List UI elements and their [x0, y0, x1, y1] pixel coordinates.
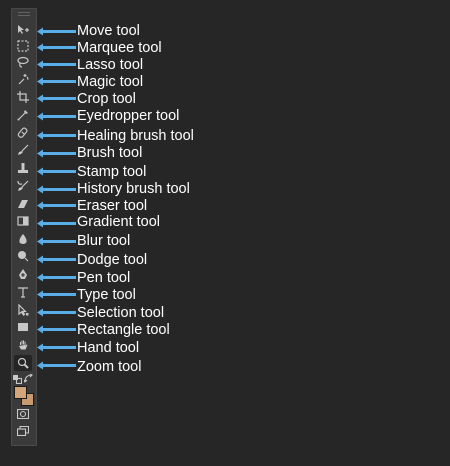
screen-mode-icon[interactable]	[16, 425, 30, 437]
callout-arrow	[36, 325, 76, 334]
tool-label: Eyedropper tool	[77, 108, 180, 124]
swap-colors-icon[interactable]	[24, 374, 33, 383]
callout-arrow	[36, 94, 76, 103]
tool-button-path-selection[interactable]	[14, 302, 32, 318]
tool-label: Type tool	[77, 287, 136, 303]
callout-arrow	[36, 343, 76, 352]
tool-button-magic-wand[interactable]	[14, 71, 32, 87]
tool-label: History brush tool	[77, 181, 190, 197]
callout-arrow	[36, 60, 76, 69]
callout-arrow	[36, 290, 76, 299]
move-icon	[17, 24, 29, 36]
callout-arrow	[36, 112, 76, 121]
healing-brush-icon	[17, 127, 29, 139]
rectangle-icon	[17, 321, 29, 333]
path-selection-icon	[17, 304, 29, 316]
crop-icon	[17, 91, 29, 103]
tool-label: Blur tool	[77, 233, 131, 249]
tool-button-crop[interactable]	[14, 89, 32, 105]
stamp-icon	[17, 162, 29, 174]
tool-button-type[interactable]	[14, 284, 32, 300]
default-colors-icon[interactable]	[13, 375, 22, 384]
tool-button-eyedropper[interactable]	[14, 107, 32, 123]
brush-icon	[17, 144, 29, 156]
hand-icon	[17, 339, 29, 351]
tool-label: Marquee tool	[77, 40, 162, 56]
tool-button-zoom[interactable]	[14, 355, 32, 371]
tool-button-stamp[interactable]	[14, 160, 32, 176]
quick-mask-icon[interactable]	[16, 408, 30, 420]
tool-label: Stamp tool	[77, 164, 147, 180]
pen-icon	[17, 268, 29, 280]
tool-button-rectangle[interactable]	[14, 319, 32, 335]
gradient-icon	[17, 215, 29, 227]
tool-label: Move tool	[77, 23, 140, 39]
tool-button-marquee[interactable]	[14, 38, 32, 54]
tool-button-eraser[interactable]	[14, 196, 32, 212]
tool-label: Gradient tool	[77, 214, 161, 230]
tool-label: Lasso tool	[77, 57, 144, 73]
tool-button-dodge[interactable]	[14, 248, 32, 264]
callout-arrow	[36, 273, 76, 282]
tool-label: Crop tool	[77, 91, 136, 107]
tool-button-brush[interactable]	[14, 142, 32, 158]
type-icon	[17, 286, 29, 298]
tool-button-move[interactable]	[14, 22, 32, 38]
eraser-icon	[17, 198, 29, 210]
tool-button-lasso[interactable]	[14, 54, 32, 70]
callout-arrow	[36, 201, 76, 210]
callout-arrow	[36, 185, 76, 194]
tool-button-blur[interactable]	[14, 231, 32, 247]
tool-label: Dodge tool	[77, 252, 148, 268]
callout-arrow	[36, 131, 76, 140]
marquee-icon	[17, 40, 29, 52]
callout-arrow	[36, 237, 76, 246]
callout-arrow	[36, 308, 76, 317]
tool-label: Rectangle tool	[77, 322, 170, 338]
foreground-color-swatch[interactable]	[14, 386, 27, 399]
callout-arrow	[36, 167, 76, 176]
callout-arrow	[36, 219, 76, 228]
tool-button-history-brush[interactable]	[14, 178, 32, 194]
magic-wand-icon	[17, 73, 29, 85]
callout-arrow	[36, 149, 76, 158]
tool-label: Hand tool	[77, 340, 140, 356]
dodge-icon	[17, 250, 29, 262]
eyedropper-icon	[17, 109, 29, 121]
callout-arrow	[36, 27, 76, 36]
tool-label: Zoom tool	[77, 359, 142, 375]
tool-button-pen[interactable]	[14, 266, 32, 282]
tool-label: Eraser tool	[77, 198, 148, 214]
tool-label: Pen tool	[77, 270, 131, 286]
panel-grip[interactable]	[12, 9, 36, 19]
tool-label: Selection tool	[77, 305, 165, 321]
tool-label: Magic tool	[77, 74, 144, 90]
tool-button-gradient[interactable]	[14, 213, 32, 229]
callout-arrow	[36, 361, 76, 370]
tool-button-hand[interactable]	[14, 337, 32, 353]
tool-button-healing-brush[interactable]	[14, 125, 32, 141]
lasso-icon	[17, 56, 29, 68]
callout-arrow	[36, 43, 76, 52]
blur-icon	[17, 233, 29, 245]
tool-label: Brush tool	[77, 145, 143, 161]
zoom-icon	[17, 357, 29, 369]
tool-label: Healing brush tool	[77, 128, 194, 144]
history-brush-icon	[17, 180, 29, 192]
callout-arrow	[36, 255, 76, 264]
callout-arrow	[36, 77, 76, 86]
